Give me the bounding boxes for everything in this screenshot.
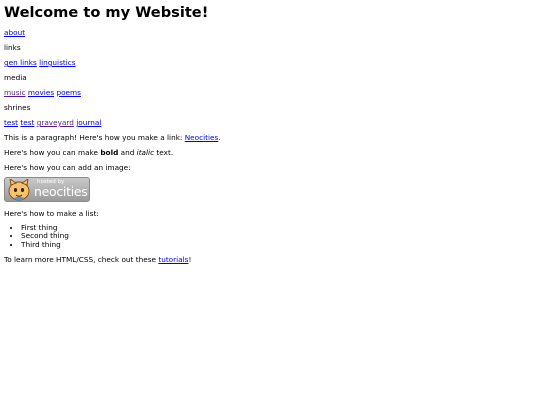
bold-intro-text: Here's how you can make — [4, 148, 101, 157]
links-heading: links — [4, 43, 21, 52]
tutorials-link[interactable]: tutorials — [158, 255, 188, 264]
example-list: First thing Second thing Third thing — [4, 223, 536, 249]
neocities-badge-link[interactable]: hosted by neocities — [4, 177, 90, 202]
linguistics-link[interactable]: linguistics — [39, 58, 75, 67]
links-row: gen links linguistics — [4, 58, 536, 67]
italic-text: italic — [136, 148, 155, 157]
paragraph-link-example: This is a paragraph! Here's how you make… — [4, 133, 536, 142]
graveyard-link[interactable]: graveyard — [37, 118, 74, 127]
neocities-link[interactable]: Neocities — [185, 133, 219, 142]
hosted-by-neocities-badge: hosted by neocities — [4, 177, 90, 202]
poems-link[interactable]: poems — [56, 88, 81, 97]
footer-text: To learn more HTML/CSS, check out these — [4, 254, 159, 264]
list-item: First thing — [21, 223, 536, 232]
media-row: music movies poems — [4, 88, 536, 97]
paragraph-bold-italic: Here's how you can make bold and italic … — [4, 148, 536, 157]
paragraph-end: . — [218, 133, 221, 142]
shrines-row: test test graveyard journal — [4, 118, 536, 127]
movies-link[interactable]: movies — [28, 88, 54, 97]
list-item: Third thing — [21, 240, 536, 249]
neocities-cat-icon — [8, 179, 30, 201]
journal-link[interactable]: journal — [76, 118, 101, 127]
media-heading: media — [4, 73, 27, 82]
page-title: Welcome to my Website! — [4, 4, 209, 21]
list-item: Second thing — [21, 231, 536, 240]
about-line: about — [4, 28, 536, 37]
about-link[interactable]: about — [4, 28, 25, 37]
paragraph-text: This is a paragraph! Here's how you make… — [4, 133, 185, 142]
list-intro: Here's how to make a list: — [4, 209, 99, 218]
test-link-2[interactable]: test — [20, 118, 34, 127]
text-end: text. — [154, 148, 174, 157]
bold-text: bold — [100, 148, 119, 157]
footer-end: ! — [188, 254, 192, 264]
gen-links-link[interactable]: gen links — [4, 58, 37, 67]
page-content: Welcome to my Website! about links gen l… — [0, 0, 540, 264]
music-link[interactable]: music — [4, 88, 26, 97]
image-intro: Here's how you can add an image: — [4, 163, 131, 172]
and-text: and — [118, 148, 137, 157]
test-link-1[interactable]: test — [4, 118, 18, 127]
shrines-heading: shrines — [4, 103, 31, 112]
badge-brand-text: neocities — [34, 184, 88, 199]
footer-line: To learn more HTML/CSS, check out these … — [4, 255, 536, 264]
